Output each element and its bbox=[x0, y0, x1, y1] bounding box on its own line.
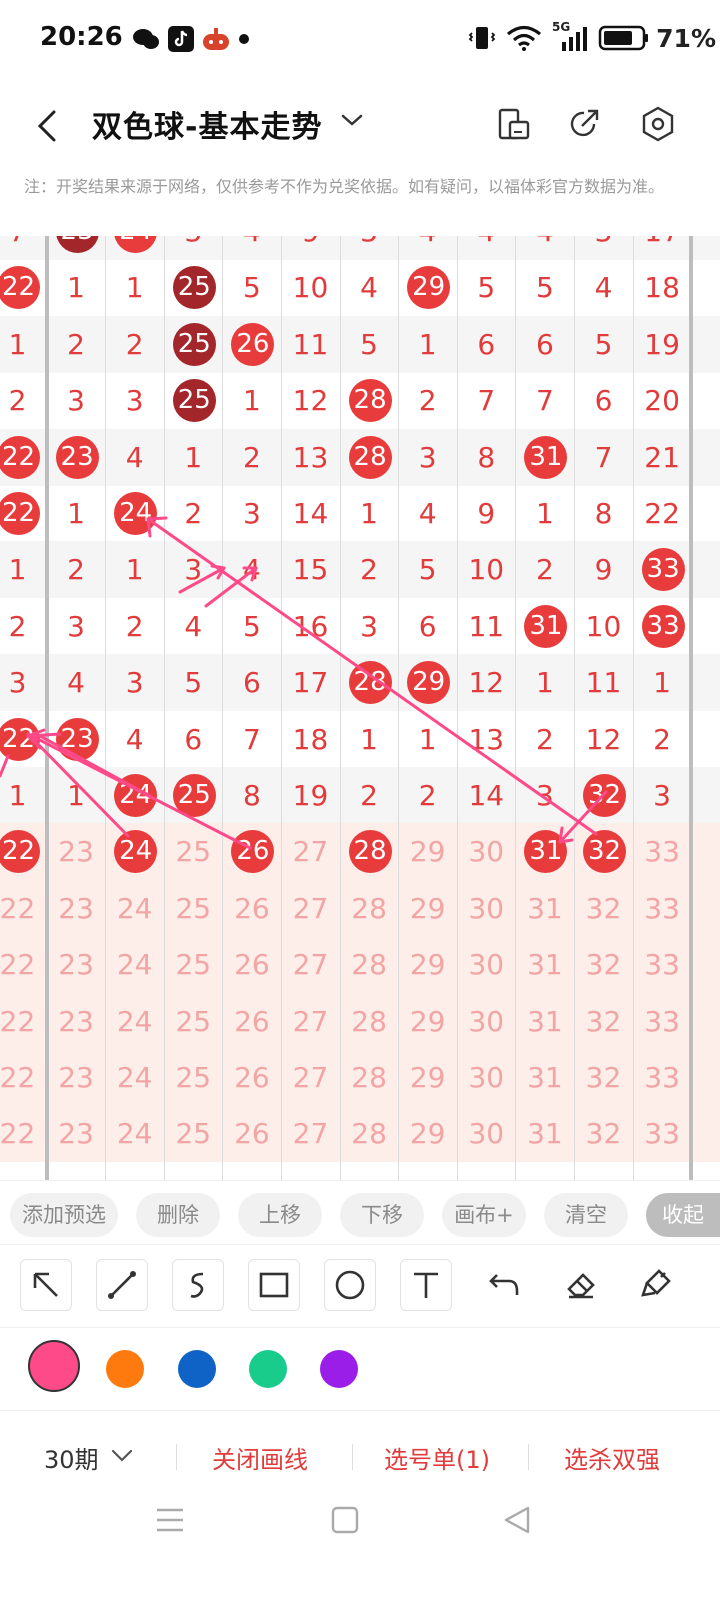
rectangle-icon bbox=[259, 1272, 289, 1298]
drawing-layer[interactable] bbox=[0, 236, 720, 1180]
status-indicators: 5G bbox=[468, 20, 650, 52]
signal-5g-icon: 5G bbox=[552, 20, 588, 52]
line-icon bbox=[108, 1271, 136, 1299]
kill-double-button[interactable]: 选杀双强 bbox=[564, 1440, 660, 1475]
title-dropdown[interactable] bbox=[340, 112, 364, 132]
menu-icon[interactable] bbox=[154, 1504, 186, 1536]
notification-icons bbox=[132, 26, 250, 52]
close-drawing-button[interactable]: 关闭画线 bbox=[212, 1440, 308, 1475]
color-swatch-purple[interactable] bbox=[320, 1350, 358, 1388]
color-swatch-orange[interactable] bbox=[106, 1350, 144, 1388]
back-triangle-icon[interactable] bbox=[502, 1504, 532, 1536]
drawing-tools-bar bbox=[0, 1244, 720, 1328]
status-bar: 20:26 5G 71% bbox=[0, 0, 720, 80]
delete-button[interactable]: 删除 bbox=[136, 1193, 220, 1237]
divider bbox=[528, 1444, 529, 1470]
color-palette bbox=[0, 1326, 720, 1411]
color-swatch-blue[interactable] bbox=[178, 1350, 216, 1388]
disclaimer-text: 注：开奖结果来源于网络，仅供参考不作为兑奖依据。如有疑问，以福体彩官方数据为准。 bbox=[24, 177, 665, 196]
bottom-action-bar: 30期 关闭画线 选号单(1) 选杀双强 bbox=[0, 1420, 720, 1492]
divider bbox=[352, 1444, 353, 1470]
drawn-line bbox=[558, 790, 608, 844]
battery-icon bbox=[598, 25, 648, 51]
arrow-icon bbox=[33, 1272, 58, 1297]
wifi-icon bbox=[506, 25, 542, 51]
settings-hex-icon bbox=[642, 106, 674, 142]
curve-icon bbox=[190, 1272, 204, 1298]
divider bbox=[176, 1444, 177, 1470]
layout-switch-button[interactable] bbox=[494, 104, 534, 144]
chevron-down-icon bbox=[111, 1449, 133, 1462]
page-title[interactable]: 双色球-基本走势 bbox=[92, 102, 322, 146]
text-tool[interactable] bbox=[400, 1259, 452, 1311]
move-up-button[interactable]: 上移 bbox=[238, 1193, 322, 1237]
arrow-tool[interactable] bbox=[20, 1259, 72, 1311]
circle-icon bbox=[335, 1270, 365, 1300]
tiktok-icon bbox=[168, 26, 194, 52]
color-swatch-pink[interactable] bbox=[28, 1340, 80, 1392]
period-selector[interactable]: 30期 bbox=[44, 1440, 99, 1475]
period-dropdown[interactable] bbox=[110, 1448, 134, 1468]
wechat-icon bbox=[133, 29, 159, 49]
status-time: 20:26 bbox=[40, 22, 123, 52]
vibrate-icon bbox=[468, 27, 496, 49]
app-header: 双色球-基本走势 bbox=[0, 80, 720, 170]
edit-actions-bar: 添加预选 删除 上移 下移 画布+ 清空 收起 bbox=[0, 1180, 720, 1245]
text-icon bbox=[414, 1272, 438, 1298]
share-icon bbox=[570, 109, 599, 137]
notification-dot-icon bbox=[239, 34, 249, 44]
drawn-line bbox=[30, 736, 130, 838]
layout-switch-icon bbox=[498, 108, 530, 140]
circle-tool[interactable] bbox=[324, 1259, 376, 1311]
clear-button[interactable]: 清空 bbox=[544, 1193, 628, 1237]
settings-button[interactable] bbox=[638, 104, 678, 144]
canvas-plus-button[interactable]: 画布+ bbox=[442, 1193, 526, 1237]
add-preselect-button[interactable]: 添加预选 bbox=[10, 1193, 118, 1237]
selection-list-button[interactable]: 选号单(1) bbox=[384, 1440, 490, 1475]
eraser-tool[interactable] bbox=[554, 1259, 606, 1311]
battery-percent: 71% bbox=[656, 24, 716, 53]
eraser-icon bbox=[567, 1273, 595, 1299]
back-button[interactable] bbox=[28, 104, 68, 148]
undo-tool[interactable] bbox=[478, 1259, 530, 1311]
color-swatch-green[interactable] bbox=[249, 1350, 287, 1388]
system-nav-bar bbox=[0, 1500, 720, 1604]
trend-chart[interactable]: 7232434934443172211255104295541812225261… bbox=[0, 236, 720, 1180]
rectangle-tool[interactable] bbox=[248, 1259, 300, 1311]
home-icon[interactable] bbox=[330, 1504, 360, 1536]
undo-icon bbox=[489, 1274, 519, 1295]
brush-clear-icon bbox=[641, 1269, 671, 1297]
chevron-down-icon bbox=[341, 114, 363, 126]
move-down-button[interactable]: 下移 bbox=[340, 1193, 424, 1237]
back-arrow-icon bbox=[37, 110, 56, 142]
curve-tool[interactable] bbox=[172, 1259, 224, 1311]
app-icon bbox=[203, 28, 229, 50]
brush-clear-tool[interactable] bbox=[630, 1259, 682, 1311]
drawn-line bbox=[38, 734, 152, 798]
drawn-line bbox=[178, 566, 226, 594]
drawn-line bbox=[0, 754, 10, 778]
share-button[interactable] bbox=[564, 104, 604, 144]
collapse-button[interactable]: 收起 bbox=[646, 1193, 720, 1237]
line-tool[interactable] bbox=[96, 1259, 148, 1311]
